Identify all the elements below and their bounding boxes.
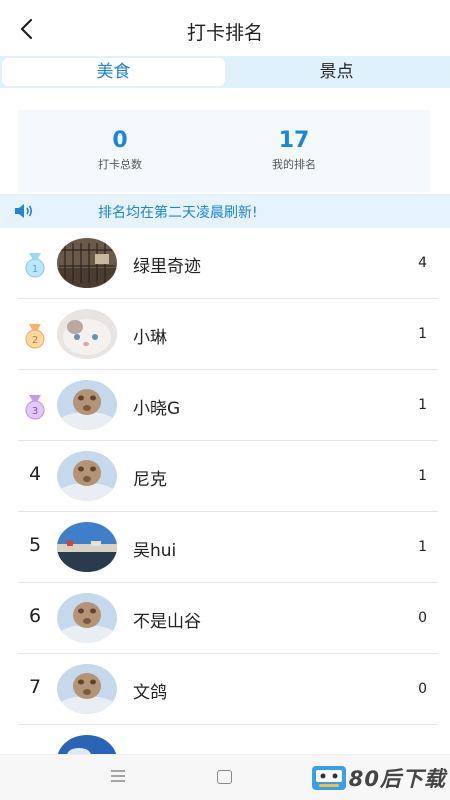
- checkin-count: 1: [418, 397, 427, 413]
- ranking-row[interactable]: 5 吴hui 1: [0, 512, 450, 583]
- refresh-notice: 排名均在第二天凌晨刷新!: [0, 194, 450, 228]
- default-avatar-image: [57, 451, 117, 501]
- avatar: [57, 309, 117, 359]
- checkin-count: 1: [418, 539, 427, 555]
- speaker-icon: [15, 204, 33, 218]
- avatar: [57, 522, 117, 572]
- tab-food[interactable]: 美食: [2, 58, 225, 86]
- page-title: 打卡排名: [186, 22, 263, 44]
- ranking-row[interactable]: 1 绿里奇迹 4: [0, 228, 450, 299]
- user-name: 尼克: [133, 470, 167, 490]
- user-name: 小晓G: [133, 399, 181, 419]
- landscape-photo-image: [57, 522, 117, 572]
- home-icon[interactable]: [217, 770, 232, 784]
- notice-text: 排名均在第二天凌晨刷新!: [98, 205, 258, 221]
- rank-number: 7: [28, 676, 42, 698]
- user-name: 文鸽: [133, 683, 167, 703]
- checkin-count: 0: [418, 681, 427, 697]
- avatar: [57, 451, 117, 501]
- ranking-row[interactable]: 2 小琳 1: [0, 299, 450, 370]
- my-rank-label: 我的排名: [272, 158, 316, 171]
- total-checkins-value: 0: [112, 128, 128, 153]
- ranking-row[interactable]: 6 不是山谷 0: [0, 583, 450, 654]
- total-checkins-stat: 0 打卡总数: [98, 128, 142, 172]
- menu-icon[interactable]: [110, 769, 126, 783]
- medal-1-icon: 1: [25, 253, 45, 278]
- default-avatar-image: [57, 593, 117, 643]
- avatar: [57, 238, 117, 288]
- checkin-count: 1: [418, 326, 427, 342]
- tab-scenic-spots[interactable]: 景点: [225, 58, 448, 86]
- medal-3-icon: 3: [25, 395, 45, 420]
- site-watermark: 80后下载: [311, 763, 446, 793]
- ranking-row[interactable]: 3 小晓G 1: [0, 370, 450, 441]
- ranking-row[interactable]: 4 尼克 1: [0, 441, 450, 512]
- checkin-count: 0: [418, 610, 427, 626]
- default-avatar-image: [57, 664, 117, 714]
- user-name: 不是山谷: [133, 612, 201, 632]
- medal-2-number: 2: [32, 335, 38, 346]
- user-name: 小琳: [133, 328, 167, 348]
- medal-1-number: 1: [32, 264, 38, 275]
- user-name: 绿里奇迹: [133, 257, 201, 277]
- my-rank-stat: 17 我的排名: [272, 128, 316, 172]
- cat-photo-image: [57, 309, 117, 359]
- default-avatar-image: [57, 380, 117, 430]
- stats-panel: 0 打卡总数 17 我的排名: [18, 110, 430, 192]
- avatar: [57, 664, 117, 714]
- avatar: [57, 593, 117, 643]
- rank-number: 4: [28, 463, 42, 485]
- medal-3-number: 3: [32, 406, 38, 417]
- user-name: 吴hui: [133, 541, 177, 561]
- medal-2-icon: 2: [25, 324, 45, 349]
- total-checkins-label: 打卡总数: [98, 158, 142, 171]
- ranking-row[interactable]: 7 文鸽 0: [0, 654, 450, 725]
- system-nav-bar: 80后下载: [0, 754, 450, 800]
- category-tabs: 美食 景点: [0, 56, 450, 88]
- rank-number: 6: [28, 605, 42, 627]
- rank-number: 5: [28, 534, 42, 556]
- avatar: [57, 380, 117, 430]
- watermark-text: 80后下载: [348, 767, 446, 791]
- cage-photo-image: [57, 238, 117, 288]
- my-rank-value: 17: [278, 128, 310, 153]
- checkin-count: 1: [418, 468, 427, 484]
- checkin-count: 4: [418, 255, 427, 271]
- watermark-logo: [311, 766, 346, 790]
- app-header: 打卡排名: [0, 0, 450, 56]
- ranking-list: 1 绿里奇迹 4 2 小琳 1 3 小晓G 1 4 尼克 1 5 吴hui 1 …: [0, 228, 450, 796]
